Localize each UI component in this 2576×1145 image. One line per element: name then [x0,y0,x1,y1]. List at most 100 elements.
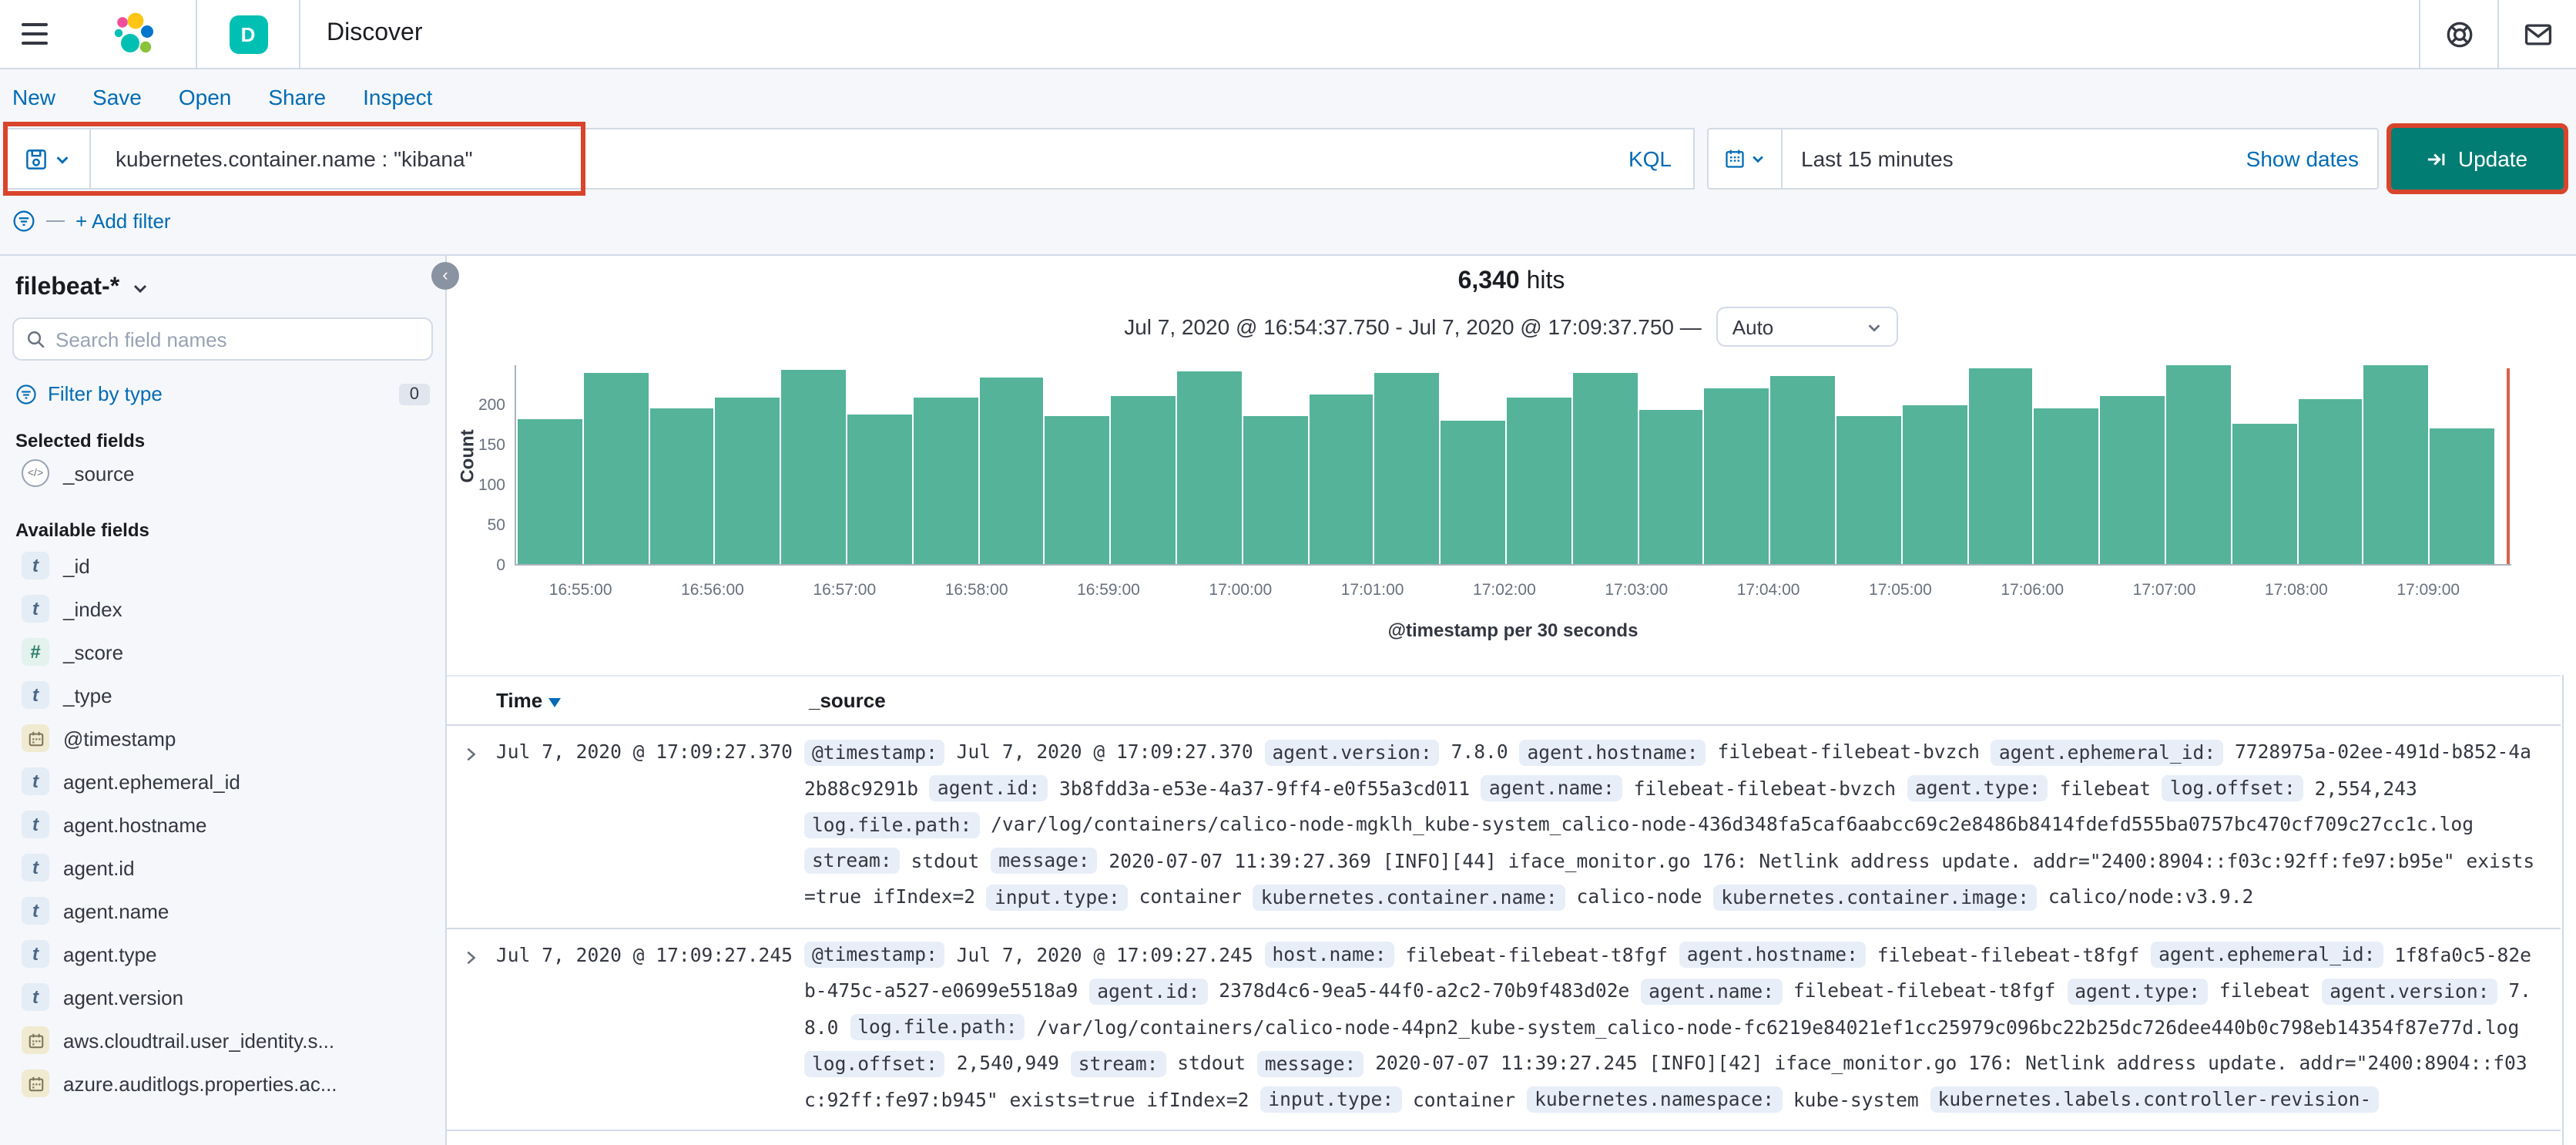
field-value: filebeat-filebeat-t8fgf [1877,944,2140,965]
field-item-agent.version[interactable]: t agent.version [12,975,433,1019]
help-button[interactable] [2420,0,2497,68]
scrollbar-track[interactable] [2562,675,2564,1145]
field-value: 2,540,949 [956,1053,1059,1074]
histogram-bar[interactable] [1902,405,1967,564]
field-name-badge: kubernetes.container.name: [1253,884,1565,910]
row-source: @timestamp: Jul 7, 2020 @ 17:09:27.245 h… [804,938,2561,1119]
field-item-_index[interactable]: t _index [12,587,433,630]
histogram-bar[interactable] [2100,396,2165,564]
y-tick-label: 100 [478,476,505,495]
field-name-badge: @timestamp: [804,942,945,968]
x-tick-label: 17:09:00 [2397,581,2460,599]
elastic-logo-icon [114,12,153,53]
elastic-logo [69,0,196,68]
field-value: /var/log/containers/calico-node-44pn2_ku… [1036,1016,2520,1038]
filter-count-badge: 0 [398,383,430,405]
field-item-@timestamp[interactable]: @timestamp [12,717,433,760]
menu-button[interactable] [0,0,69,68]
nav-link-open[interactable]: Open [179,85,232,109]
nav-link-new[interactable]: New [12,85,55,109]
field-value: 2,554,243 [2314,777,2417,799]
histogram-bar[interactable] [1111,395,1176,564]
save-query-icon [25,149,45,169]
field-value: /var/log/containers/calico-node-mgklh_ku… [991,814,2474,835]
x-tick-label: 16:56:00 [681,581,744,599]
histogram-bar[interactable] [1770,375,1835,564]
time-range-label[interactable]: Last 15 minutes [1783,146,1954,171]
index-pattern-selector[interactable]: filebeat-* [12,271,433,317]
histogram-bar[interactable] [1704,388,1769,564]
date-picker-calendar-button[interactable] [1709,129,1783,188]
filter-icon[interactable] [12,209,35,232]
field-value: Jul 7, 2020 @ 17:09:27.245 [956,944,1253,965]
histogram-bar[interactable] [847,415,912,564]
histogram-bar[interactable] [649,408,714,564]
field-item-_type[interactable]: t _type [12,673,433,717]
histogram-bar[interactable] [781,370,846,564]
histogram-bar[interactable] [979,377,1044,564]
space-selector[interactable]: D [197,0,299,68]
field-item-agent.ephemeral_id[interactable]: t agent.ephemeral_id [12,760,433,803]
field-item-_score[interactable]: # _score [12,630,433,673]
field-item-agent.id[interactable]: t agent.id [12,846,433,889]
nav-link-save[interactable]: Save [92,85,142,109]
field-value: stdout [911,850,980,871]
field-name-badge: host.name: [1264,942,1394,968]
discover-nav-menu: New Save Open Share Inspect [0,69,2576,125]
histogram-bar[interactable] [2298,399,2363,564]
expand-row-button[interactable] [456,938,496,1119]
nav-link-inspect[interactable]: Inspect [363,85,432,109]
field-name: agent.type [63,942,157,965]
field-item-agent.name[interactable]: t agent.name [12,889,433,932]
collapse-sidebar-button[interactable]: ‹ [431,262,459,290]
histogram-bar[interactable] [1243,415,1308,564]
histogram-bar[interactable] [1968,368,2033,564]
interval-select[interactable]: Auto [1716,307,1899,347]
histogram-bar[interactable] [1639,409,1703,564]
field-value: filebeat [2059,777,2152,799]
histogram-bar[interactable] [1836,415,1901,564]
histogram-bar[interactable] [2232,424,2297,564]
histogram-bar[interactable] [2034,408,2099,564]
field-name-badge: agent.ephemeral_id: [1991,739,2224,765]
histogram-bar[interactable] [1572,373,1638,564]
query-language-button[interactable]: KQL [1625,146,1675,171]
histogram-bar[interactable] [2430,428,2494,564]
show-dates-link[interactable]: Show dates [2246,146,2377,171]
y-tick-label: 0 [496,556,505,575]
histogram-bar[interactable] [1309,395,1374,564]
histogram-bar[interactable] [2363,364,2429,564]
field-item-aws.cloudtrail.user_identity.s...[interactable]: aws.cloudtrail.user_identity.s... [12,1019,433,1062]
histogram-bar[interactable] [2165,365,2231,564]
field-item-agent.type[interactable]: t agent.type [12,932,433,975]
histogram-plot [515,364,2511,566]
filter-by-type[interactable]: Filter by type 0 [15,382,430,405]
update-button[interactable]: Update [2386,123,2568,194]
histogram-bar[interactable] [1176,371,1242,564]
hits-count: 6,340 [1457,268,1520,294]
field-item-azure.auditlogs.properties.ac...[interactable]: azure.auditlogs.properties.ac... [12,1062,433,1105]
histogram-bar[interactable] [583,373,649,564]
histogram-bar[interactable] [913,398,978,564]
time-column-header[interactable]: Time [496,689,809,712]
add-filter-link[interactable]: + Add filter [75,209,171,232]
query-input[interactable]: kubernetes.container.name : "kibana" KQL [89,128,1695,190]
histogram-bar[interactable] [1045,415,1110,564]
field-name: _index [63,597,122,620]
histogram-bar[interactable] [1506,397,1571,564]
saved-query-button[interactable] [3,128,89,190]
field-item-agent.hostname[interactable]: t agent.hostname [12,803,433,846]
histogram-bar[interactable] [518,419,582,564]
field-item-_id[interactable]: t _id [12,544,433,587]
date-field-glyph [28,730,43,746]
field-search-input[interactable] [55,327,419,351]
nav-link-share[interactable]: Share [268,85,326,109]
histogram-bar[interactable] [1441,420,1505,564]
field-name: agent.id [63,856,135,879]
histogram-bar[interactable] [715,398,780,564]
expand-row-button[interactable] [456,735,496,916]
field-name: _id [63,554,90,577]
histogram-bar[interactable] [1374,372,1440,564]
newsfeed-button[interactable] [2499,0,2576,68]
field-item-_source[interactable]: </> _source [12,452,433,495]
